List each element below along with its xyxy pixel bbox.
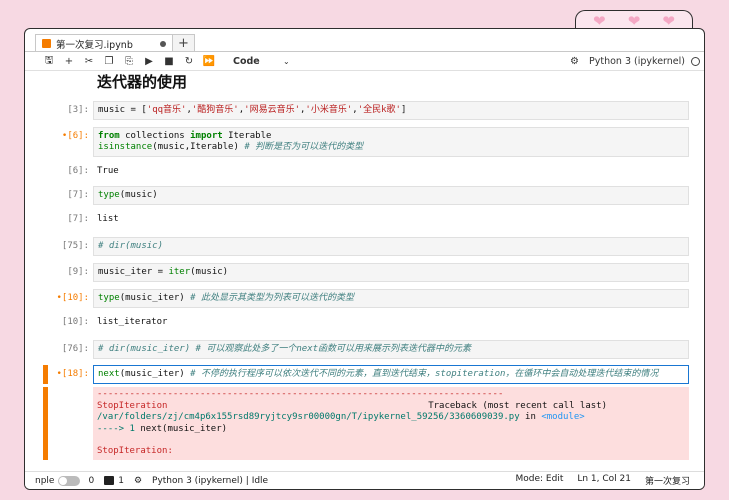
terminal-count[interactable]: 1 — [104, 476, 124, 486]
copy-icon[interactable]: ❐ — [99, 56, 119, 67]
error-output: ----------------------------------------… — [93, 387, 689, 460]
run-icon[interactable]: ▶ — [139, 56, 159, 67]
run-all-icon[interactable]: ⏩ — [199, 56, 219, 67]
new-tab-button[interactable]: + — [173, 34, 195, 52]
code-input[interactable]: from collections import Iterable isinsta… — [93, 127, 689, 157]
code-input[interactable]: # dir(music) — [93, 237, 689, 256]
output-prompt: [10]: — [61, 317, 89, 327]
cell-type-label: Code — [233, 55, 260, 67]
input-prompt: [7]: — [67, 190, 89, 200]
paste-icon[interactable]: ⎘ — [119, 56, 139, 67]
code-input[interactable]: type(music_iter) # 此处显示其类型为列表可以迭代的类型 — [93, 289, 689, 308]
error-header: StopIteration Traceback (most recent cal… — [97, 401, 685, 413]
input-prompt: •[6]: — [61, 131, 89, 141]
unsaved-dot-icon[interactable] — [160, 40, 166, 47]
kernel-settings-icon[interactable]: ⚙ — [134, 476, 142, 486]
insert-cell-icon[interactable]: + — [59, 56, 79, 67]
kernel-status[interactable]: Python 3 (ipykernel) | Idle — [152, 476, 268, 486]
cursor-position[interactable]: Ln 1, Col 21 — [577, 474, 631, 487]
code-input[interactable]: type(music) — [93, 186, 689, 205]
simple-mode-toggle[interactable] — [58, 475, 81, 486]
active-output-marker — [43, 387, 48, 460]
cell-output: list_iterator — [97, 317, 168, 327]
code-input[interactable]: music = ['qq音乐','酷狗音乐','网易云音乐','小米音乐','全… — [93, 101, 689, 120]
cell-output: True — [97, 166, 119, 176]
stop-icon[interactable]: ■ — [159, 56, 179, 67]
tab-notebook[interactable]: 第一次复习.ipynb — [35, 34, 173, 52]
input-prompt: [75]: — [61, 241, 89, 251]
status-bar: nple 0 1 ⚙ Python 3 (ipykernel) | Idle M… — [25, 471, 704, 489]
cut-icon[interactable]: ✂ — [79, 56, 99, 67]
terminal-icon — [104, 476, 115, 485]
error-name: StopIteration — [97, 400, 168, 411]
traceback-path[interactable]: /var/folders/zj/cm4p6x155rsd89ryjtcy9sr0… — [97, 412, 520, 422]
traceback-file: /var/folders/zj/cm4p6x155rsd89ryjtcy9sr0… — [97, 412, 585, 422]
notebook-content: 迭代器的使用 [3]: music = ['qq音乐','酷狗音乐','网易云音… — [25, 71, 704, 471]
cell-type-select[interactable]: Code — [233, 56, 281, 67]
tab-bar: 第一次复习.ipynb + — [35, 32, 704, 52]
chevron-down-icon[interactable]: ⌄ — [283, 57, 290, 66]
heart-icon: ❤ — [627, 12, 641, 30]
input-prompt: •[18]: — [56, 369, 89, 379]
error-final: StopIteration: — [97, 446, 173, 456]
markdown-heading: 迭代器的使用 — [97, 73, 188, 91]
input-prompt: [9]: — [67, 267, 89, 277]
tab-title: 第一次复习.ipynb — [56, 39, 133, 51]
traceback-label: Traceback (most recent call last) — [428, 400, 607, 411]
notebook-icon — [42, 39, 51, 48]
debugger-icon[interactable]: ⚙ — [570, 56, 579, 67]
input-prompt: [76]: — [61, 344, 89, 354]
output-prompt: [6]: — [67, 166, 89, 176]
code-input[interactable]: # dir(music_iter) # 可以观察此处多了一个next函数可以用来… — [93, 340, 689, 359]
status-right: Mode: Edit Ln 1, Col 21 第一次复习 — [516, 474, 705, 487]
heart-icon: ❤ — [662, 12, 675, 30]
cell-output: list — [97, 214, 119, 224]
restart-icon[interactable]: ↻ — [179, 56, 199, 67]
save-icon[interactable]: 🖫 — [39, 53, 59, 70]
code-input[interactable]: next(music_iter) # 不停的执行程序可以依次迭代不同的元素，直到… — [93, 365, 689, 384]
status-count-0[interactable]: 0 — [88, 476, 94, 486]
traceback-line: ----> 1 next(music_iter) — [97, 423, 228, 434]
file-name: 第一次复习 — [644, 477, 690, 487]
simple-mode-label: nple — [35, 475, 55, 486]
jupyter-window: 第一次复习.ipynb + 🖫 + ✂ ❐ ⎘ ▶ ■ ↻ ⏩ Code ⌄ ⚙… — [24, 28, 705, 490]
notebook-toolbar: 🖫 + ✂ ❐ ⎘ ▶ ■ ↻ ⏩ Code ⌄ ⚙ Python 3 (ipy… — [25, 52, 704, 71]
kernel-name: Python 3 (ipykernel) — [589, 55, 685, 67]
edit-mode: Mode: Edit — [515, 474, 564, 484]
output-prompt: [7]: — [67, 214, 89, 224]
code-input[interactable]: music_iter = iter(music) — [93, 263, 689, 282]
heart-icon: ❤ — [593, 12, 606, 30]
input-prompt: •[10]: — [56, 293, 89, 303]
error-divider: ----------------------------------------… — [97, 389, 504, 399]
kernel-status-icon — [691, 56, 700, 66]
kernel-indicator[interactable]: ⚙ Python 3 (ipykernel) — [570, 56, 704, 67]
input-prompt: [3]: — [67, 105, 89, 115]
